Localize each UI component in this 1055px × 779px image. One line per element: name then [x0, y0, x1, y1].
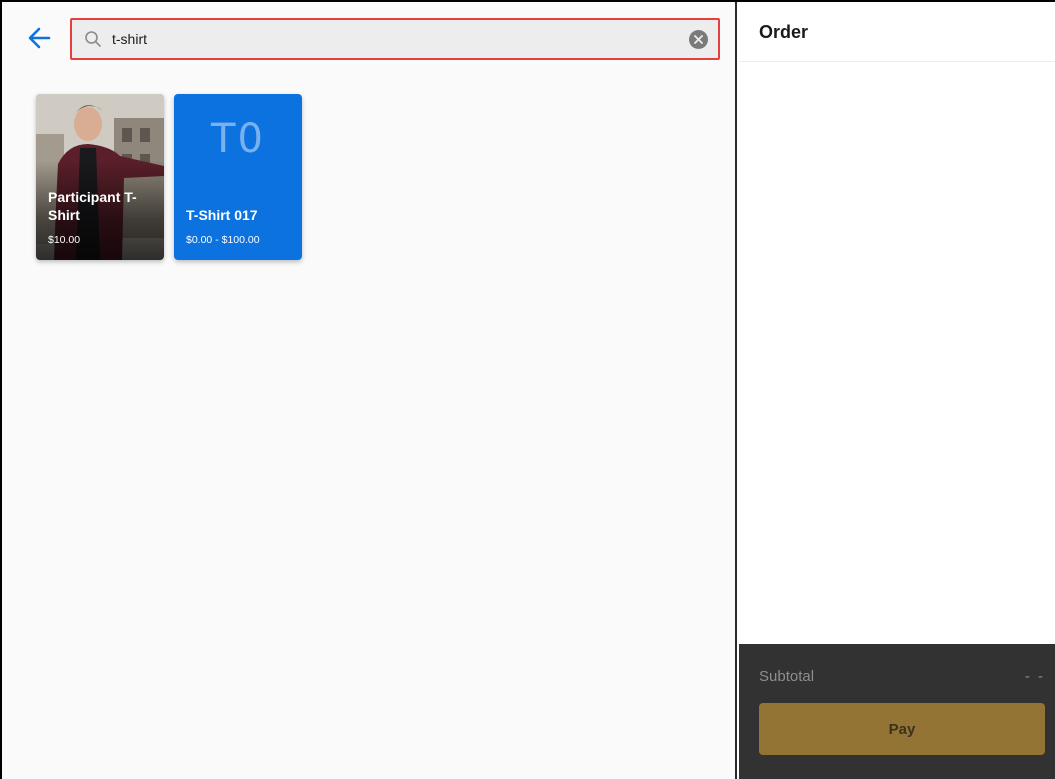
- product-price: $0.00 - $100.00: [186, 234, 260, 246]
- order-title: Order: [759, 22, 809, 42]
- order-panel: Order Subtotal - - Pay: [739, 2, 1055, 779]
- subtotal-label: Subtotal: [759, 668, 815, 685]
- product-tile[interactable]: T0 T-Shirt 017 $0.00 - $100.00: [174, 94, 302, 260]
- product-tile[interactable]: Participant T-Shirt $10.00: [36, 94, 164, 260]
- product-name: T-Shirt 017: [186, 207, 258, 223]
- search-input[interactable]: [112, 28, 672, 50]
- subtotal-value: - -: [1024, 668, 1045, 685]
- close-icon: [694, 35, 703, 44]
- catalog-panel: Participant T-Shirt $10.00 T0 T-Shirt 01…: [2, 2, 737, 779]
- product-name: Participant T-Shirt: [48, 189, 137, 223]
- pay-button[interactable]: Pay: [759, 703, 1045, 755]
- product-initials: T0: [211, 116, 265, 162]
- order-header: Order: [739, 2, 1055, 62]
- back-button[interactable]: [24, 24, 54, 52]
- back-arrow-icon: [28, 27, 51, 49]
- clear-search-button[interactable]: [689, 30, 708, 49]
- search-icon: [85, 31, 101, 47]
- app-window: Participant T-Shirt $10.00 T0 T-Shirt 01…: [0, 0, 1055, 779]
- search-bar[interactable]: [70, 18, 720, 60]
- order-footer: Subtotal - - Pay: [739, 644, 1055, 779]
- product-price: $10.00: [48, 234, 81, 246]
